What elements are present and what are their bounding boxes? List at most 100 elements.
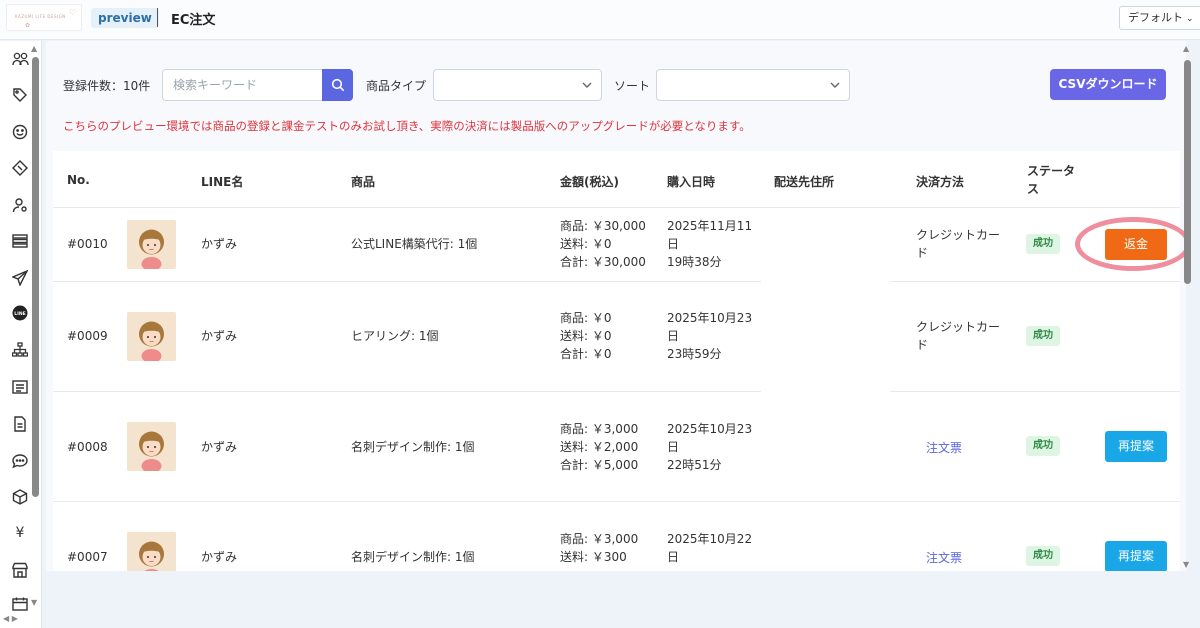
order-no: #0010 [67,237,108,251]
org-chart-icon[interactable] [10,340,30,360]
amount-product: 商品: ￥0 [560,311,612,325]
sort-label: ソート [614,79,651,93]
purchase-date: 2025年10月23 [667,422,753,436]
horizontal-scroll-arrows-icon[interactable]: ◀ ▶ [3,614,18,623]
purchase-date: 日 [667,440,680,454]
search-button[interactable] [322,69,353,101]
girl-avatar-image [127,422,176,471]
header-status: ステータス [1027,164,1076,196]
order-no: #0008 [67,440,108,454]
tag-icon[interactable] [10,85,30,105]
product-name: ヒアリング: 1個 [351,329,439,343]
view-select[interactable]: デフォルト ⌄ [1119,6,1200,30]
ticket-icon[interactable] [10,158,30,178]
record-count: 登録件数：10件 [63,79,151,93]
product-name: 名刺デザイン制作: 1個 [351,550,475,564]
purchase-date: 日 [667,237,680,251]
yen-icon[interactable]: ¥ [10,523,30,543]
order-slip-link[interactable]: 注文票 [926,549,962,566]
product-name: 名刺デザイン制作: 1個 [351,440,475,454]
calendar-icon[interactable] [10,594,30,614]
box-icon[interactable] [10,487,30,507]
girl-avatar-image [127,220,176,269]
header-line-name: LINE名 [201,175,244,189]
users-icon[interactable] [10,49,30,69]
header-purchase-date: 購入日時 [667,175,716,189]
girl-avatar-image [127,312,176,361]
main-scrollbar[interactable] [1184,60,1191,284]
purchase-time: 23時59分 [667,347,722,361]
preview-tag: preview [91,8,159,28]
smile-icon[interactable] [10,122,30,142]
avatar [127,532,176,571]
send-icon[interactable] [10,268,30,288]
row-divider [890,281,1180,282]
sidebar: ▲ LINE ¥ ▼ ◀ ▶ [0,41,42,628]
amount-shipping: 送料: ￥300 [560,550,627,564]
line-icon[interactable]: LINE [10,303,30,323]
purchase-date: 日 [667,550,680,564]
amount-total: 合計: ￥0 [560,347,612,361]
view-select-label: デフォルト [1128,11,1183,24]
purchase-time: 19時38分 [667,255,722,269]
orders-table: No. LINE名 商品 金額(税込) 購入日時 配送先住所 決済方法 ステータ… [53,151,1186,571]
line-name: かずみ [201,440,238,454]
purchase-date: 2025年10月23 [667,311,753,325]
avatar [127,312,176,361]
search-icon [331,78,344,92]
scroll-down-arrow-icon[interactable]: ▼ [1183,560,1189,569]
row-divider [53,501,1180,502]
status-badge: 成功 [1026,546,1060,566]
amount-total: 合計: ￥5,000 [560,458,639,472]
row-divider [890,391,1180,392]
amount-product: 商品: ￥3,000 [560,422,639,436]
status-badge: 成功 [1026,436,1060,456]
logo-text: KAZUMI LIFE DESIGN [15,14,66,19]
csv-download-button[interactable]: CSVダウンロード [1050,69,1166,100]
document-icon[interactable] [10,414,30,434]
repropose-button[interactable]: 再提案 [1105,431,1167,462]
order-no: #0007 [67,550,108,564]
list-icon[interactable] [10,231,30,251]
store-icon[interactable] [10,560,30,580]
amount-shipping: 送料: ￥0 [560,237,612,251]
purchase-date: 2025年11月11 [667,219,753,233]
refund-button[interactable]: 返金 [1105,229,1167,260]
brand-logo[interactable]: KAZUMI LIFE DESIGN ♡ ✿ [6,4,82,31]
chat-icon[interactable] [10,451,30,471]
product-type-label: 商品タイプ [366,79,427,93]
payment-method: ド [916,246,929,260]
search-input[interactable] [162,69,323,101]
product-name: 公式LINE構築代行: 1個 [351,237,478,251]
product-type-select[interactable] [433,69,602,101]
order-slip-link[interactable]: 注文票 [926,439,962,456]
scroll-up-arrow-icon[interactable]: ▲ [31,44,37,53]
main-panel: 登録件数：10件 商品タイプ ソート CSVダウンロード こちらのプレビュー環境… [46,41,1186,571]
status-badge: 成功 [1026,326,1060,346]
amount-product: 商品: ￥3,000 [560,532,639,546]
header-amount: 金額(税込) [560,175,619,189]
payment-method: クレジットカー [916,320,1001,334]
user-settings-icon[interactable] [10,195,30,215]
line-name: かずみ [201,550,238,564]
amount-shipping: 送料: ￥0 [560,329,612,343]
purchase-date: 日 [667,329,680,343]
repropose-button[interactable]: 再提案 [1105,541,1167,571]
scroll-down-arrow-icon[interactable]: ▼ [31,598,37,607]
status-badge: 成功 [1026,234,1060,254]
article-icon[interactable] [10,377,30,397]
preview-notice: こちらのプレビュー環境では商品の登録と課金テストのみお試し頂き、実際の決済には製… [63,119,751,133]
header-divider [53,207,1180,208]
top-bar: KAZUMI LIFE DESIGN ♡ ✿ preview EC注文 デフォル… [0,0,1200,40]
flower-icon: ✿ [25,22,31,29]
amount-total: 合計: ￥30,000 [560,255,646,269]
sidebar-scrollbar[interactable] [32,57,39,497]
svg-text:LINE: LINE [14,311,25,317]
chevron-down-icon [582,82,592,88]
sort-select[interactable] [656,69,850,101]
page-title: EC注文 [171,13,216,28]
scroll-up-arrow-icon[interactable]: ▲ [1183,44,1189,53]
amount-shipping: 送料: ￥2,000 [560,440,639,454]
heart-icon: ♡ [69,8,77,17]
chevron-down-icon: ⌄ [1186,14,1194,24]
